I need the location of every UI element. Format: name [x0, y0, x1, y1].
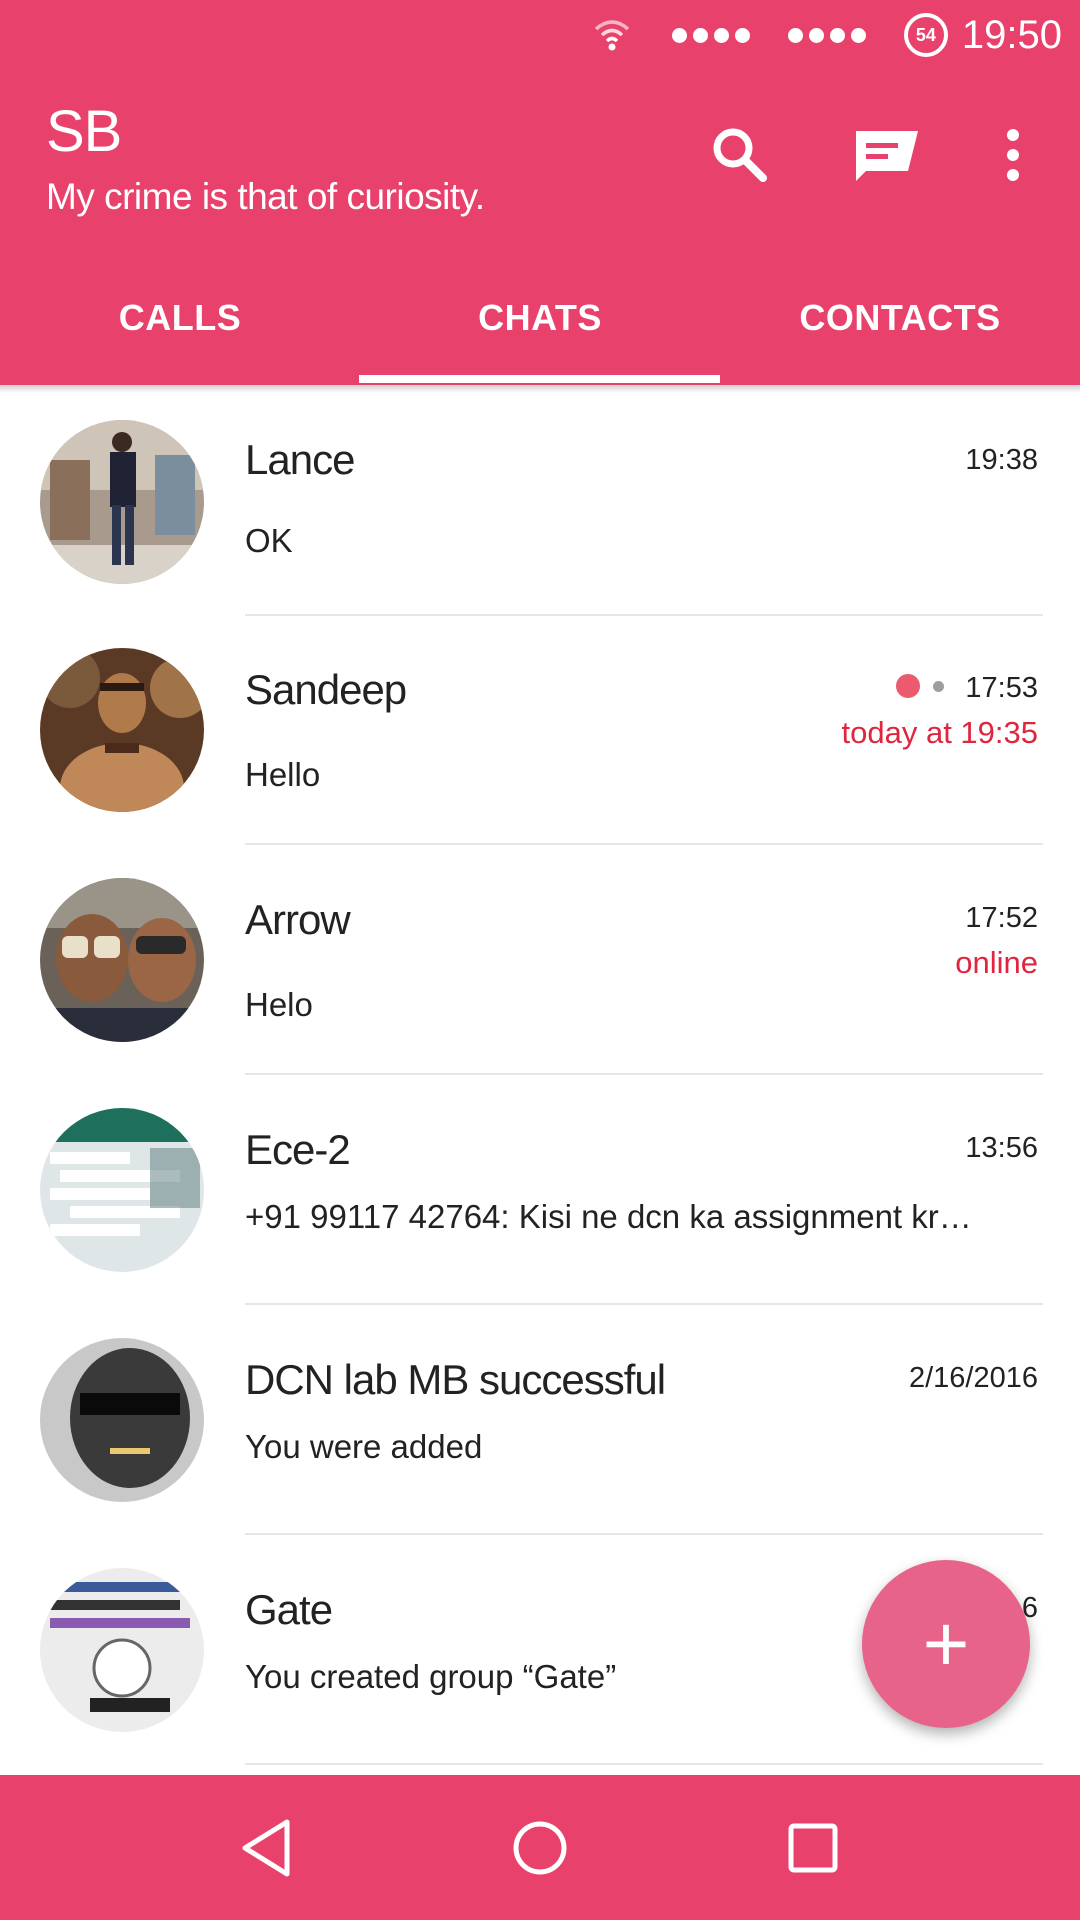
chat-name: Gate: [245, 1586, 333, 1633]
divider: [245, 1073, 1043, 1075]
back-icon: [242, 1819, 290, 1876]
chat-last-message: You were added: [245, 1428, 483, 1465]
chat-name: Lance: [245, 436, 355, 483]
status-bar: 54 19:50: [0, 0, 1080, 70]
home-button[interactable]: [500, 1808, 580, 1888]
chat-time: 17:53: [965, 672, 1038, 704]
chat-name: DCN lab MB successful: [245, 1356, 666, 1403]
chat-time: 19:38: [965, 444, 1038, 476]
chat-row-ece-2[interactable]: Ece-2 13:56 +91 99117 42764: Kisi ne dcn…: [0, 1092, 1080, 1321]
divider: [245, 1303, 1043, 1305]
avatar[interactable]: [40, 420, 204, 584]
chat-time: 13:56: [965, 1132, 1038, 1164]
chat-last-message: You created group “Gate”: [245, 1658, 617, 1695]
tab-contacts[interactable]: CONTACTS: [720, 270, 1080, 385]
avatar[interactable]: [40, 1568, 204, 1732]
signal-icon: [671, 27, 750, 43]
last-seen-status: today at 19:35: [841, 715, 1039, 750]
tab-calls[interactable]: CALLS: [0, 270, 360, 385]
chat-last-message: OK: [245, 522, 293, 559]
search-icon: [713, 128, 767, 182]
active-tab-indicator: [359, 375, 720, 383]
app-bar: 54 19:50 SB My crime is that of curiosit…: [0, 0, 1080, 385]
avatar[interactable]: [40, 878, 204, 1042]
recents-icon: [788, 1823, 838, 1872]
wifi-icon: [594, 20, 630, 51]
chat-time: 2/16/2016: [908, 1362, 1038, 1394]
divider: [245, 614, 1043, 616]
page-subtitle: My crime is that of curiosity.: [46, 176, 485, 217]
chat-name: Arrow: [245, 896, 351, 943]
avatar[interactable]: [40, 1338, 204, 1502]
divider: [245, 1533, 1043, 1535]
divider: [245, 1763, 1043, 1765]
avatar-photo: [40, 1108, 204, 1272]
avatar-photo: [40, 420, 204, 584]
signal-icon-2: [787, 27, 866, 43]
avatar-photo: [40, 878, 204, 1042]
chat-time: 17:52: [965, 902, 1038, 934]
more-options-button[interactable]: [978, 120, 1048, 190]
recents-button[interactable]: [773, 1808, 853, 1888]
page-title: SB: [46, 99, 122, 164]
chat-name: Ece-2: [245, 1126, 351, 1173]
battery-icon: 54: [903, 13, 948, 57]
clock: 19:50: [961, 12, 1062, 57]
tab-bar: CALLS CHATS CONTACTS: [0, 270, 1080, 385]
chat-row-sandeep[interactable]: Sandeep 17:53 today at 19:35 Hello: [0, 632, 1080, 861]
avatar-photo: [40, 1568, 204, 1732]
avatar-photo: [40, 1338, 204, 1502]
plus-icon: +: [922, 1599, 970, 1688]
avatar[interactable]: [40, 648, 204, 812]
new-message-icon: [856, 131, 918, 181]
read-dot-icon: [933, 681, 944, 692]
more-vert-icon: [1007, 129, 1019, 181]
chat-row-lance[interactable]: Lance 19:38 OK: [0, 402, 1080, 631]
system-nav-bar: [0, 1775, 1080, 1920]
chat-last-message: Helo: [245, 986, 313, 1023]
divider: [245, 843, 1043, 845]
unread-indicator: [896, 674, 920, 698]
search-button[interactable]: [705, 120, 775, 190]
chat-name: Sandeep: [245, 666, 407, 713]
avatar-photo: [40, 648, 204, 812]
chat-row-dcn-lab[interactable]: DCN lab MB successful 2/16/2016 You were…: [0, 1322, 1080, 1551]
chat-last-message: Hello: [245, 756, 321, 793]
chat-row-arrow[interactable]: Arrow 17:52 online Helo: [0, 862, 1080, 1091]
new-chat-fab[interactable]: +: [862, 1560, 1030, 1728]
tab-chats[interactable]: CHATS: [360, 270, 720, 385]
new-chat-button[interactable]: [852, 120, 922, 190]
chat-last-message: +91 99117 42764: Kisi ne dcn ka assignme…: [245, 1198, 972, 1235]
back-button[interactable]: [227, 1808, 307, 1888]
home-icon: [513, 1821, 567, 1874]
avatar[interactable]: [40, 1108, 204, 1272]
online-status: online: [955, 945, 1038, 980]
appbar-shadow: [0, 385, 1080, 393]
